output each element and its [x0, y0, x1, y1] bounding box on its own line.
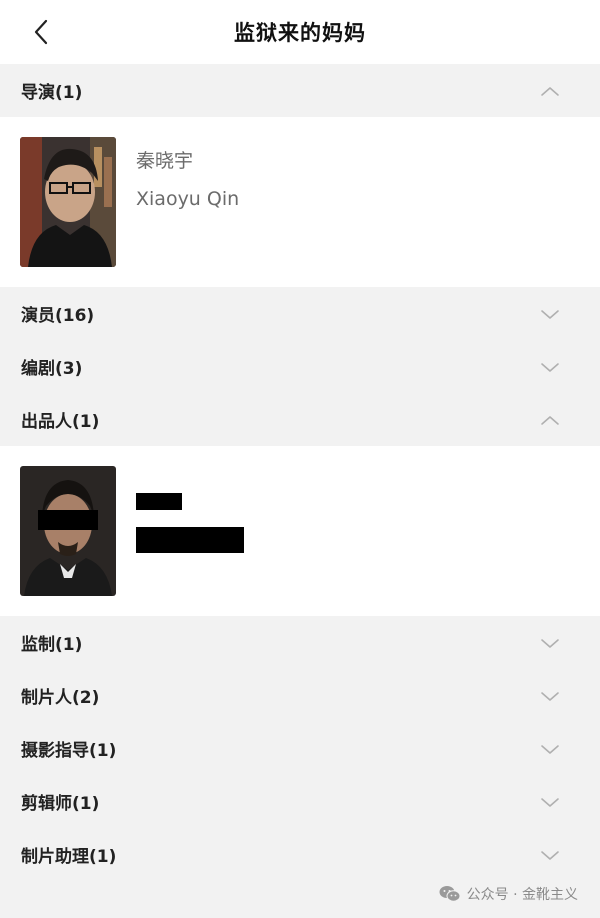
section-director[interactable]: 导演(1)	[0, 64, 600, 117]
section-label: 出品人(1)	[21, 412, 100, 432]
watermark: 公众号 · 金靴主义	[439, 884, 578, 904]
section-production-assistant[interactable]: 制片助理(1)	[0, 828, 600, 881]
producer-card[interactable]	[0, 446, 600, 616]
section-label: 演员(16)	[21, 306, 95, 326]
section-line-producer[interactable]: 制片人(2)	[0, 669, 600, 722]
producer-photo	[20, 466, 116, 596]
chevron-up-icon	[541, 415, 559, 425]
chevron-down-icon	[541, 797, 559, 807]
person-name-chinese: 秦晓宇	[136, 150, 194, 172]
chevron-left-icon	[34, 19, 48, 45]
director-photo	[20, 137, 116, 267]
header: 监狱来的妈妈	[0, 0, 600, 64]
wechat-icon	[439, 886, 461, 902]
section-label: 导演(1)	[21, 83, 83, 103]
chevron-down-icon	[541, 362, 559, 372]
section-producer[interactable]: 出品人(1)	[0, 393, 600, 446]
chevron-down-icon	[541, 744, 559, 754]
back-button[interactable]	[26, 16, 56, 48]
section-label: 剪辑师(1)	[21, 794, 100, 814]
chevron-down-icon	[541, 638, 559, 648]
section-label: 监制(1)	[21, 635, 83, 655]
chevron-down-icon	[541, 691, 559, 701]
section-label: 制片人(2)	[21, 688, 100, 708]
section-label: 摄影指导(1)	[21, 741, 117, 761]
section-editor[interactable]: 剪辑师(1)	[0, 775, 600, 828]
section-cast[interactable]: 演员(16)	[0, 287, 600, 340]
section-label: 制片助理(1)	[21, 847, 117, 867]
redacted-name-english	[136, 527, 244, 553]
chevron-down-icon	[541, 850, 559, 860]
section-screenwriter[interactable]: 编剧(3)	[0, 340, 600, 393]
section-cinematography[interactable]: 摄影指导(1)	[0, 722, 600, 775]
redacted-name-chinese	[136, 493, 182, 510]
director-card[interactable]: 秦晓宇 Xiaoyu Qin	[0, 117, 600, 287]
director-names: 秦晓宇 Xiaoyu Qin	[136, 137, 239, 211]
section-supervisor[interactable]: 监制(1)	[0, 616, 600, 669]
chevron-up-icon	[541, 86, 559, 96]
chevron-down-icon	[541, 309, 559, 319]
section-label: 编剧(3)	[21, 359, 83, 379]
watermark-text: 公众号 · 金靴主义	[466, 887, 578, 903]
page-title: 监狱来的妈妈	[234, 21, 366, 45]
producer-names	[136, 466, 244, 553]
person-name-english: Xiaoyu Qin	[136, 188, 240, 210]
